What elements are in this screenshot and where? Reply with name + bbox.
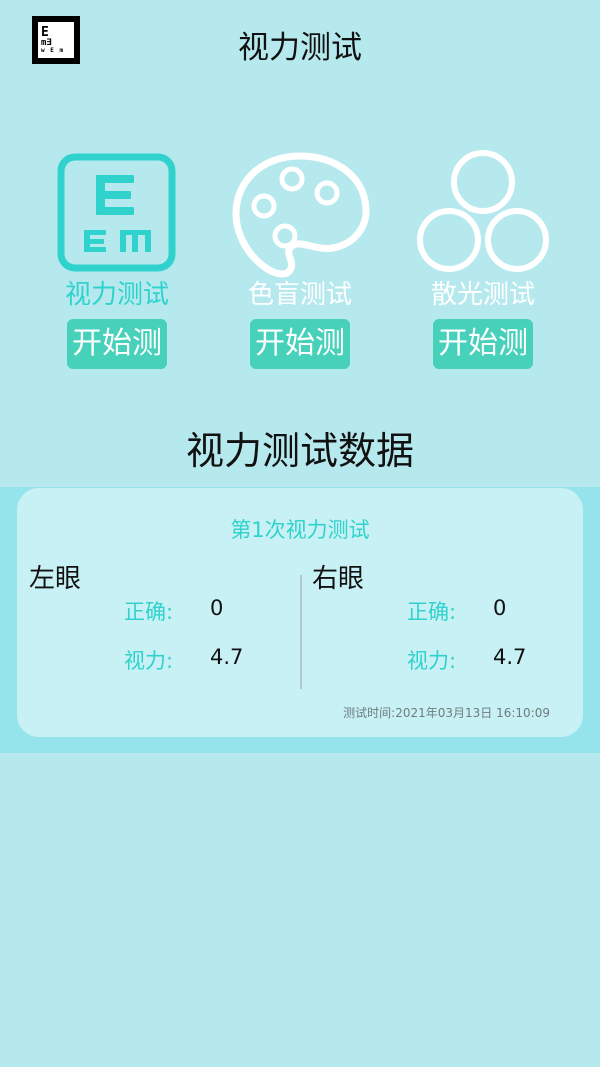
section-title: 视力测试数据 (185, 429, 414, 473)
record-title: 第1次视力测试 (230, 518, 370, 542)
test-label-vision: 视力测试 (64, 280, 169, 310)
circles-icon (413, 148, 553, 278)
start-astigmatism-test-button[interactable]: 开始测 (433, 319, 533, 369)
right-correct-value: 0 (493, 596, 507, 620)
test-label-astigmatism: 散光测试 (430, 280, 535, 310)
right-correct-label: 正确: (407, 600, 457, 624)
test-card-vision[interactable]: 视力测试 开始测 (47, 148, 187, 378)
eye-divider (300, 575, 302, 689)
left-eye-label: 左眼 (29, 564, 82, 594)
test-record-card[interactable]: 第1次视力测试 左眼 正确: 0 视力: 4.7 右眼 正确: 0 视力: 4.… (17, 488, 583, 737)
page-title: 视力测试 (238, 30, 362, 66)
test-card-astigmatism[interactable]: 散光测试 开始测 (413, 148, 553, 378)
eye-chart-icon (47, 148, 187, 278)
left-correct-label: 正确: (124, 600, 174, 624)
palette-icon (230, 148, 370, 278)
test-card-color-blind[interactable]: 色盲测试 开始测 (230, 148, 370, 378)
left-vision-value: 4.7 (210, 645, 244, 669)
start-color-blind-test-button[interactable]: 开始测 (250, 319, 350, 369)
left-correct-value: 0 (210, 596, 224, 620)
record-timestamp: 测试时间:2021年03月13日 16:10:09 (343, 706, 550, 720)
start-vision-test-button[interactable]: 开始测 (67, 319, 167, 369)
right-eye-label: 右眼 (312, 564, 365, 594)
header: E m∃ w E m 视力测试 (0, 0, 600, 84)
right-vision-value: 4.7 (493, 645, 527, 669)
right-vision-label: 视力: (407, 649, 457, 673)
left-vision-label: 视力: (124, 649, 174, 673)
test-options: 视力测试 开始测 色盲测试 开始测 散光测试 开始测 (0, 148, 600, 378)
test-label-color-blind: 色盲测试 (247, 280, 352, 310)
